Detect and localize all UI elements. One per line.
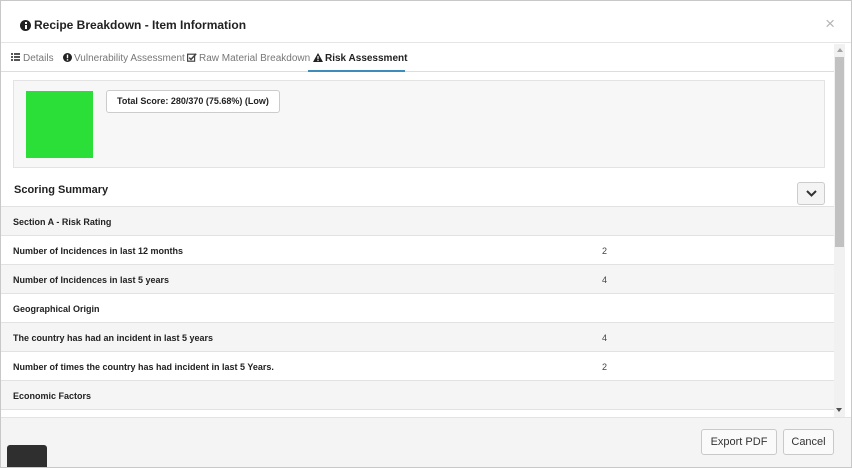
table-row: Number of times the country has had inci… bbox=[1, 351, 834, 380]
table-row bbox=[1, 409, 834, 417]
row-value: 4 bbox=[602, 333, 608, 343]
content-scrollbar[interactable] bbox=[834, 44, 845, 417]
risk-assessment-content: Total Score: 280/370 (75.68%) (Low) Scor… bbox=[1, 73, 834, 417]
modal-header: Recipe Breakdown - Item Information × bbox=[1, 1, 851, 43]
export-pdf-button[interactable]: Export PDF bbox=[701, 429, 777, 455]
table-row: Number of Incidences in last 5 years 4 bbox=[1, 264, 834, 293]
background-dark-tab bbox=[7, 445, 47, 467]
check-square-icon bbox=[187, 53, 197, 62]
collapse-summary-button[interactable] bbox=[797, 182, 825, 205]
row-label: The country has had an incident in last … bbox=[13, 333, 214, 343]
cancel-button[interactable]: Cancel bbox=[783, 429, 834, 455]
tab-details[interactable]: Details bbox=[11, 44, 55, 72]
chevron-down-icon bbox=[806, 190, 817, 197]
score-color-indicator bbox=[26, 91, 93, 158]
row-label: Number of Incidences in last 12 months bbox=[13, 246, 184, 256]
tab-details-label: Details bbox=[23, 53, 54, 64]
score-panel: Total Score: 280/370 (75.68%) (Low) bbox=[13, 80, 825, 168]
modal-footer: Export PDF Cancel bbox=[1, 417, 851, 467]
section-row: Section A - Risk Rating bbox=[1, 206, 834, 235]
scroll-down-arrow-icon[interactable] bbox=[836, 408, 842, 412]
tab-vulnerability-assessment-label: Vulnerability Assessment bbox=[74, 53, 185, 64]
tab-raw-material-breakdown-label: Raw Material Breakdown bbox=[199, 53, 311, 64]
warning-triangle-icon bbox=[313, 53, 323, 62]
row-label: Geographical Origin bbox=[13, 304, 100, 314]
row-label: Section A - Risk Rating bbox=[13, 217, 112, 227]
section-row: Economic Factors bbox=[1, 380, 834, 409]
total-score-badge: Total Score: 280/370 (75.68%) (Low) bbox=[106, 90, 280, 113]
scoring-summary-title: Scoring Summary bbox=[14, 184, 109, 196]
info-circle-icon bbox=[20, 20, 31, 31]
tab-risk-assessment-label: Risk Assessment bbox=[325, 53, 408, 64]
list-icon bbox=[11, 53, 20, 61]
scroll-up-arrow-icon[interactable] bbox=[837, 48, 843, 52]
tab-raw-material-breakdown[interactable]: Raw Material Breakdown bbox=[187, 44, 310, 72]
item-information-modal: Recipe Breakdown - Item Information × De… bbox=[0, 0, 852, 468]
row-label: Number of times the country has had inci… bbox=[13, 362, 274, 372]
row-label: Economic Factors bbox=[13, 391, 92, 401]
tab-vulnerability-assessment[interactable]: Vulnerability Assessment bbox=[63, 44, 185, 72]
table-row: The country has had an incident in last … bbox=[1, 322, 834, 351]
scoring-summary-table: Section A - Risk Rating Number of Incide… bbox=[1, 206, 834, 417]
scrollbar-thumb[interactable] bbox=[835, 57, 844, 247]
tab-bar: Details Vulnerability Assessment Raw Mat… bbox=[1, 44, 834, 72]
row-value: 2 bbox=[602, 246, 608, 256]
row-label: Number of Incidences in last 5 years bbox=[13, 275, 170, 285]
row-value: 4 bbox=[602, 275, 608, 285]
modal-title: Recipe Breakdown - Item Information bbox=[34, 18, 247, 32]
close-button[interactable]: × bbox=[825, 15, 835, 32]
section-row: Geographical Origin bbox=[1, 293, 834, 322]
exclamation-circle-icon bbox=[63, 53, 72, 62]
tab-risk-assessment[interactable]: Risk Assessment bbox=[308, 44, 408, 72]
table-row: Number of Incidences in last 12 months 2 bbox=[1, 235, 834, 264]
row-value: 2 bbox=[602, 362, 608, 372]
